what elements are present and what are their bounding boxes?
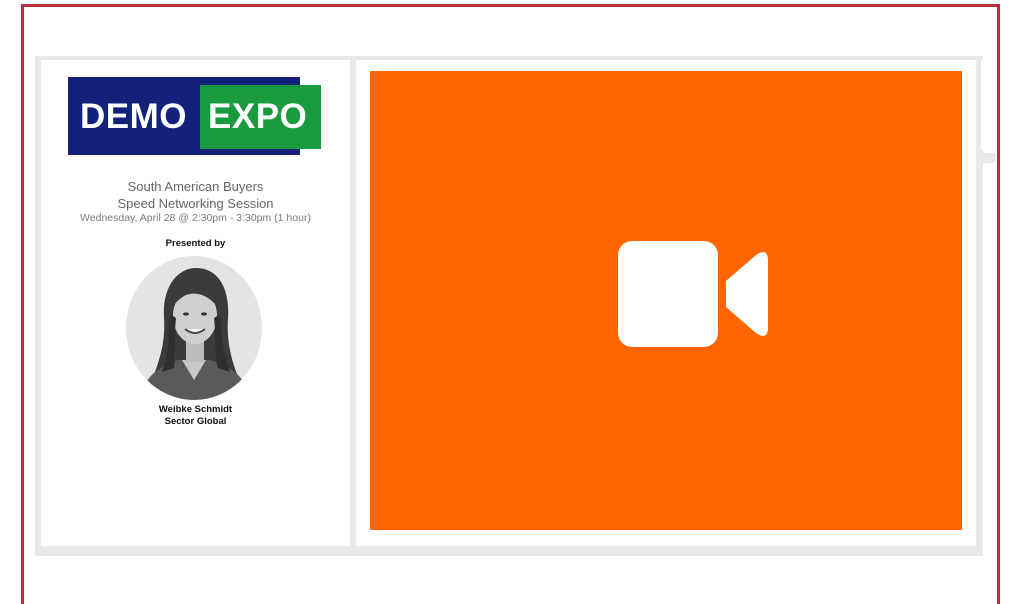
presenter-photo (126, 256, 262, 400)
logo-expo-text: EXPO (208, 97, 308, 136)
adjacent-panel-edge (981, 60, 995, 150)
logo-expo-block: EXPO (200, 85, 321, 149)
demo-expo-logo: DEMO EXPO (68, 77, 321, 155)
presented-by-label: Presented by (165, 238, 226, 249)
logo-demo-text: DEMO (80, 97, 187, 136)
session-date: Wednesday, April 28 @ 2:30pm - 3:30pm (1… (80, 212, 311, 224)
session-title: South American Buyers (127, 179, 264, 194)
adjacent-panel-divider (981, 153, 995, 163)
video-camera-icon[interactable] (618, 241, 768, 347)
presenter-name: Weibke Schmidt (158, 404, 233, 415)
presenter-avatar (126, 256, 262, 400)
presenter-company: Sector Global (164, 416, 227, 427)
session-subtitle: Speed Networking Session (117, 196, 274, 211)
video-player[interactable] (370, 71, 962, 530)
